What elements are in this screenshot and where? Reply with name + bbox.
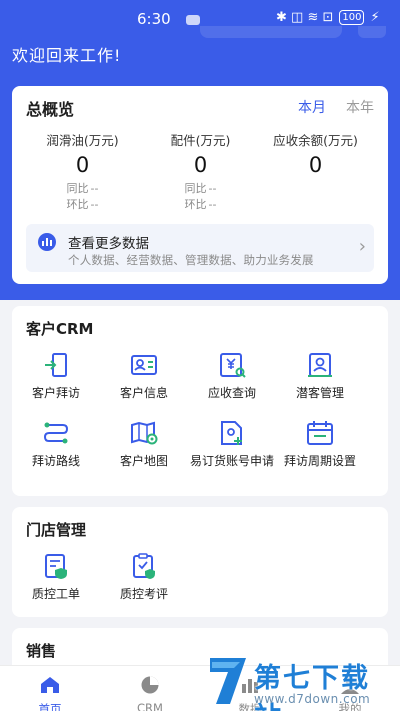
id-card-icon — [131, 355, 157, 375]
notification-icon — [186, 15, 200, 25]
section-title: 门店管理 — [26, 521, 87, 539]
metric-value: 0 — [193, 153, 208, 177]
pie-icon — [141, 676, 159, 694]
overview-title: 总概览 — [26, 100, 75, 119]
tab-this-year[interactable]: 本年 — [346, 97, 374, 117]
crm-item-receivable[interactable]: 应收查询 — [188, 350, 276, 401]
mom-label: 环比 — [184, 198, 207, 211]
shield-check-icon — [133, 553, 155, 579]
item-label: 质控考评 — [119, 587, 168, 601]
metric-label: 配件(万元) — [170, 133, 231, 148]
calendar-icon — [307, 421, 333, 445]
more-data-subtitle: 个人数据、经营数据、管理数据、助力业务发展 — [68, 253, 314, 267]
metric-receivable: 应收余额(万元) 0 — [253, 130, 378, 177]
crm-item-info[interactable]: 客户信息 — [100, 350, 188, 401]
store-section: 门店管理 质控工单 质控考评 — [12, 507, 388, 617]
metric-label: 应收余额(万元) — [273, 133, 358, 148]
store-item-qc-order[interactable]: 质控工单 — [12, 551, 100, 602]
section-title: 销售 — [26, 642, 57, 660]
tab-this-month[interactable]: 本月 — [298, 97, 326, 117]
item-label: 拜访周期设置 — [283, 454, 356, 468]
search-bar[interactable] — [200, 26, 342, 38]
user-manage-icon — [308, 353, 332, 377]
route-icon — [43, 422, 69, 444]
metric-parts: 配件(万元) 0 同比 -- 环比 -- — [138, 130, 263, 213]
shield-doc-icon — [45, 554, 67, 579]
home-icon — [41, 677, 59, 693]
metric-lubricant: 润滑油(万元) 0 同比 -- 环比 -- — [20, 130, 145, 213]
item-label: 客户地图 — [119, 454, 168, 468]
yen-search-icon — [220, 353, 246, 378]
crm-item-route[interactable]: 拜访路线 — [12, 418, 100, 469]
charging-icon: ⚡ — [370, 10, 380, 25]
mom-label: 环比 — [66, 198, 89, 211]
tab-home[interactable]: 首页 — [20, 675, 80, 711]
metric-value: 0 — [75, 153, 90, 177]
status-time: 6:30 — [137, 10, 171, 28]
crm-section: 客户CRM 客户拜访 客户信息 应收查询 潜客管理 拜访路线 客户地图 易订货账… — [12, 306, 388, 496]
section-title: 客户CRM — [26, 320, 94, 338]
header-action-button[interactable] — [358, 26, 386, 38]
item-label: 易订货账号申请 — [189, 454, 274, 468]
crm-item-map[interactable]: 客户地图 — [100, 418, 188, 469]
add-file-icon — [221, 421, 242, 445]
yoy-value: -- — [90, 182, 99, 195]
metric-label: 润滑油(万元) — [46, 133, 119, 148]
item-label: 应收查询 — [207, 386, 256, 400]
status-icons: ✱ ◫ ≋ ⊡ — [276, 10, 334, 25]
item-label: 潜客管理 — [295, 386, 344, 400]
metric-value: 0 — [308, 153, 323, 177]
watermark-url: www.d7down.com — [254, 692, 371, 706]
tab-label: CRM — [137, 701, 163, 711]
yoy-label: 同比 — [66, 182, 89, 195]
crm-item-visit[interactable]: 客户拜访 — [12, 350, 100, 401]
bar-chart-icon — [38, 233, 56, 251]
crm-item-visit-cycle[interactable]: 拜访周期设置 — [276, 418, 364, 469]
overview-card: 总概览 本月 本年 润滑油(万元) 0 同比 -- 环比 -- 配件(万元) 0 同… — [12, 86, 388, 284]
yoy-value: -- — [208, 182, 217, 195]
battery-icon: 100 — [339, 10, 365, 25]
mom-value: -- — [90, 198, 99, 211]
item-label: 客户信息 — [119, 386, 168, 400]
more-data-title: 查看更多数据 — [68, 236, 149, 252]
item-label: 拜访路线 — [31, 454, 80, 468]
more-data-button[interactable]: 查看更多数据 个人数据、经营数据、管理数据、助力业务发展 › — [26, 224, 374, 272]
tab-crm[interactable]: CRM — [120, 675, 180, 711]
tab-label: 首页 — [38, 702, 62, 711]
map-pin-icon — [131, 421, 158, 445]
metric-compare: 同比 -- 环比 -- — [20, 181, 145, 213]
metric-compare: 同比 -- 环比 -- — [138, 181, 263, 213]
yoy-label: 同比 — [184, 182, 207, 195]
watermark: 第七下载站 www.d7down.com — [206, 652, 396, 711]
crm-item-account-apply[interactable]: 易订货账号申请 — [188, 418, 276, 469]
period-tabs: 本月 本年 — [298, 97, 374, 117]
crm-item-prospect[interactable]: 潜客管理 — [276, 350, 364, 401]
item-label: 客户拜访 — [31, 386, 80, 400]
door-exit-icon — [45, 353, 67, 377]
item-label: 质控工单 — [31, 587, 80, 601]
welcome-text: 欢迎回来工作! — [12, 46, 122, 65]
chevron-right-icon: › — [358, 236, 366, 257]
mom-value: -- — [208, 198, 217, 211]
watermark-logo-icon — [210, 658, 246, 704]
store-item-qc-evaluation[interactable]: 质控考评 — [100, 551, 188, 602]
